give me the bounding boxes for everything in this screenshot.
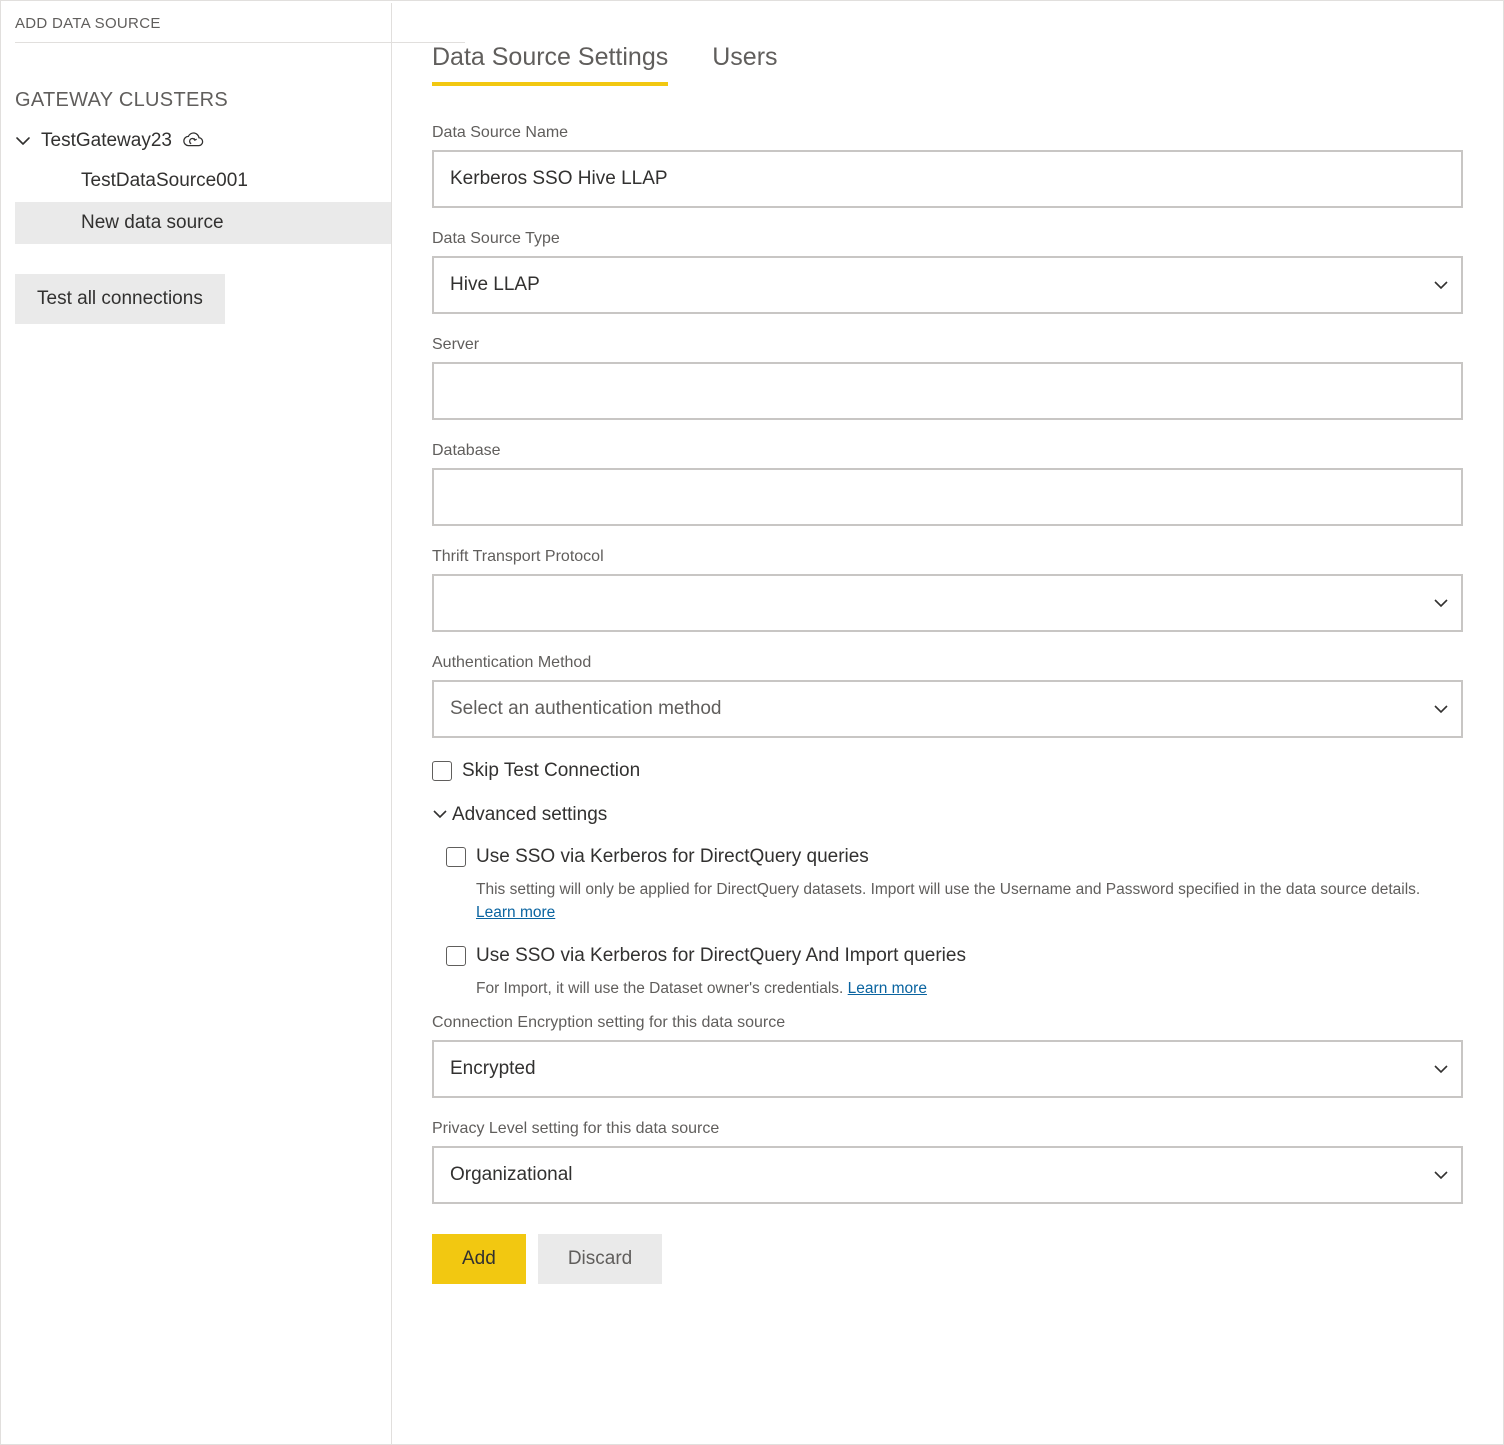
auth-select[interactable]: Select an authentication method xyxy=(432,680,1463,738)
tab-users[interactable]: Users xyxy=(712,43,777,86)
advanced-settings-toggle[interactable]: Advanced settings xyxy=(432,804,1463,826)
sso-both-checkbox[interactable] xyxy=(446,946,466,966)
database-label: Database xyxy=(432,442,1463,460)
cloud-sync-icon xyxy=(182,130,204,152)
tab-data-source-settings[interactable]: Data Source Settings xyxy=(432,43,668,86)
data-source-item[interactable]: TestDataSource001 xyxy=(15,160,391,202)
ds-type-select[interactable]: Hive LLAP xyxy=(432,256,1463,314)
chevron-down-icon xyxy=(15,133,31,149)
privacy-label: Privacy Level setting for this data sour… xyxy=(432,1120,1463,1138)
skip-test-checkbox[interactable] xyxy=(432,761,452,781)
server-input[interactable] xyxy=(432,362,1463,420)
gateway-clusters-heading: GATEWAY CLUSTERS xyxy=(15,89,391,112)
encryption-select[interactable]: Encrypted xyxy=(432,1040,1463,1098)
server-label: Server xyxy=(432,336,1463,354)
auth-label: Authentication Method xyxy=(432,654,1463,672)
skip-test-label: Skip Test Connection xyxy=(462,760,640,782)
add-button[interactable]: Add xyxy=(432,1234,526,1284)
sso-dq-help: This setting will only be applied for Di… xyxy=(476,878,1463,925)
chevron-down-icon xyxy=(432,806,450,824)
advanced-settings-label: Advanced settings xyxy=(452,804,607,826)
database-input[interactable] xyxy=(432,468,1463,526)
learn-more-link[interactable]: Learn more xyxy=(476,904,555,921)
gateway-node[interactable]: TestGateway23 xyxy=(15,122,391,160)
ds-name-label: Data Source Name xyxy=(432,124,1463,142)
sso-dq-label: Use SSO via Kerberos for DirectQuery que… xyxy=(476,846,869,868)
thrift-select[interactable] xyxy=(432,574,1463,632)
sso-both-label: Use SSO via Kerberos for DirectQuery And… xyxy=(476,945,966,967)
ds-type-label: Data Source Type xyxy=(432,230,1463,248)
data-source-item[interactable]: New data source xyxy=(15,202,391,244)
encryption-label: Connection Encryption setting for this d… xyxy=(432,1014,1463,1032)
thrift-label: Thrift Transport Protocol xyxy=(432,548,1463,566)
sso-both-help: For Import, it will use the Dataset owne… xyxy=(476,977,1463,1000)
discard-button[interactable]: Discard xyxy=(538,1234,662,1284)
privacy-select[interactable]: Organizational xyxy=(432,1146,1463,1204)
sso-dq-checkbox[interactable] xyxy=(446,847,466,867)
learn-more-link[interactable]: Learn more xyxy=(848,980,927,997)
test-all-connections-button[interactable]: Test all connections xyxy=(15,274,225,324)
gateway-name: TestGateway23 xyxy=(41,130,172,152)
ds-name-input[interactable] xyxy=(432,150,1463,208)
